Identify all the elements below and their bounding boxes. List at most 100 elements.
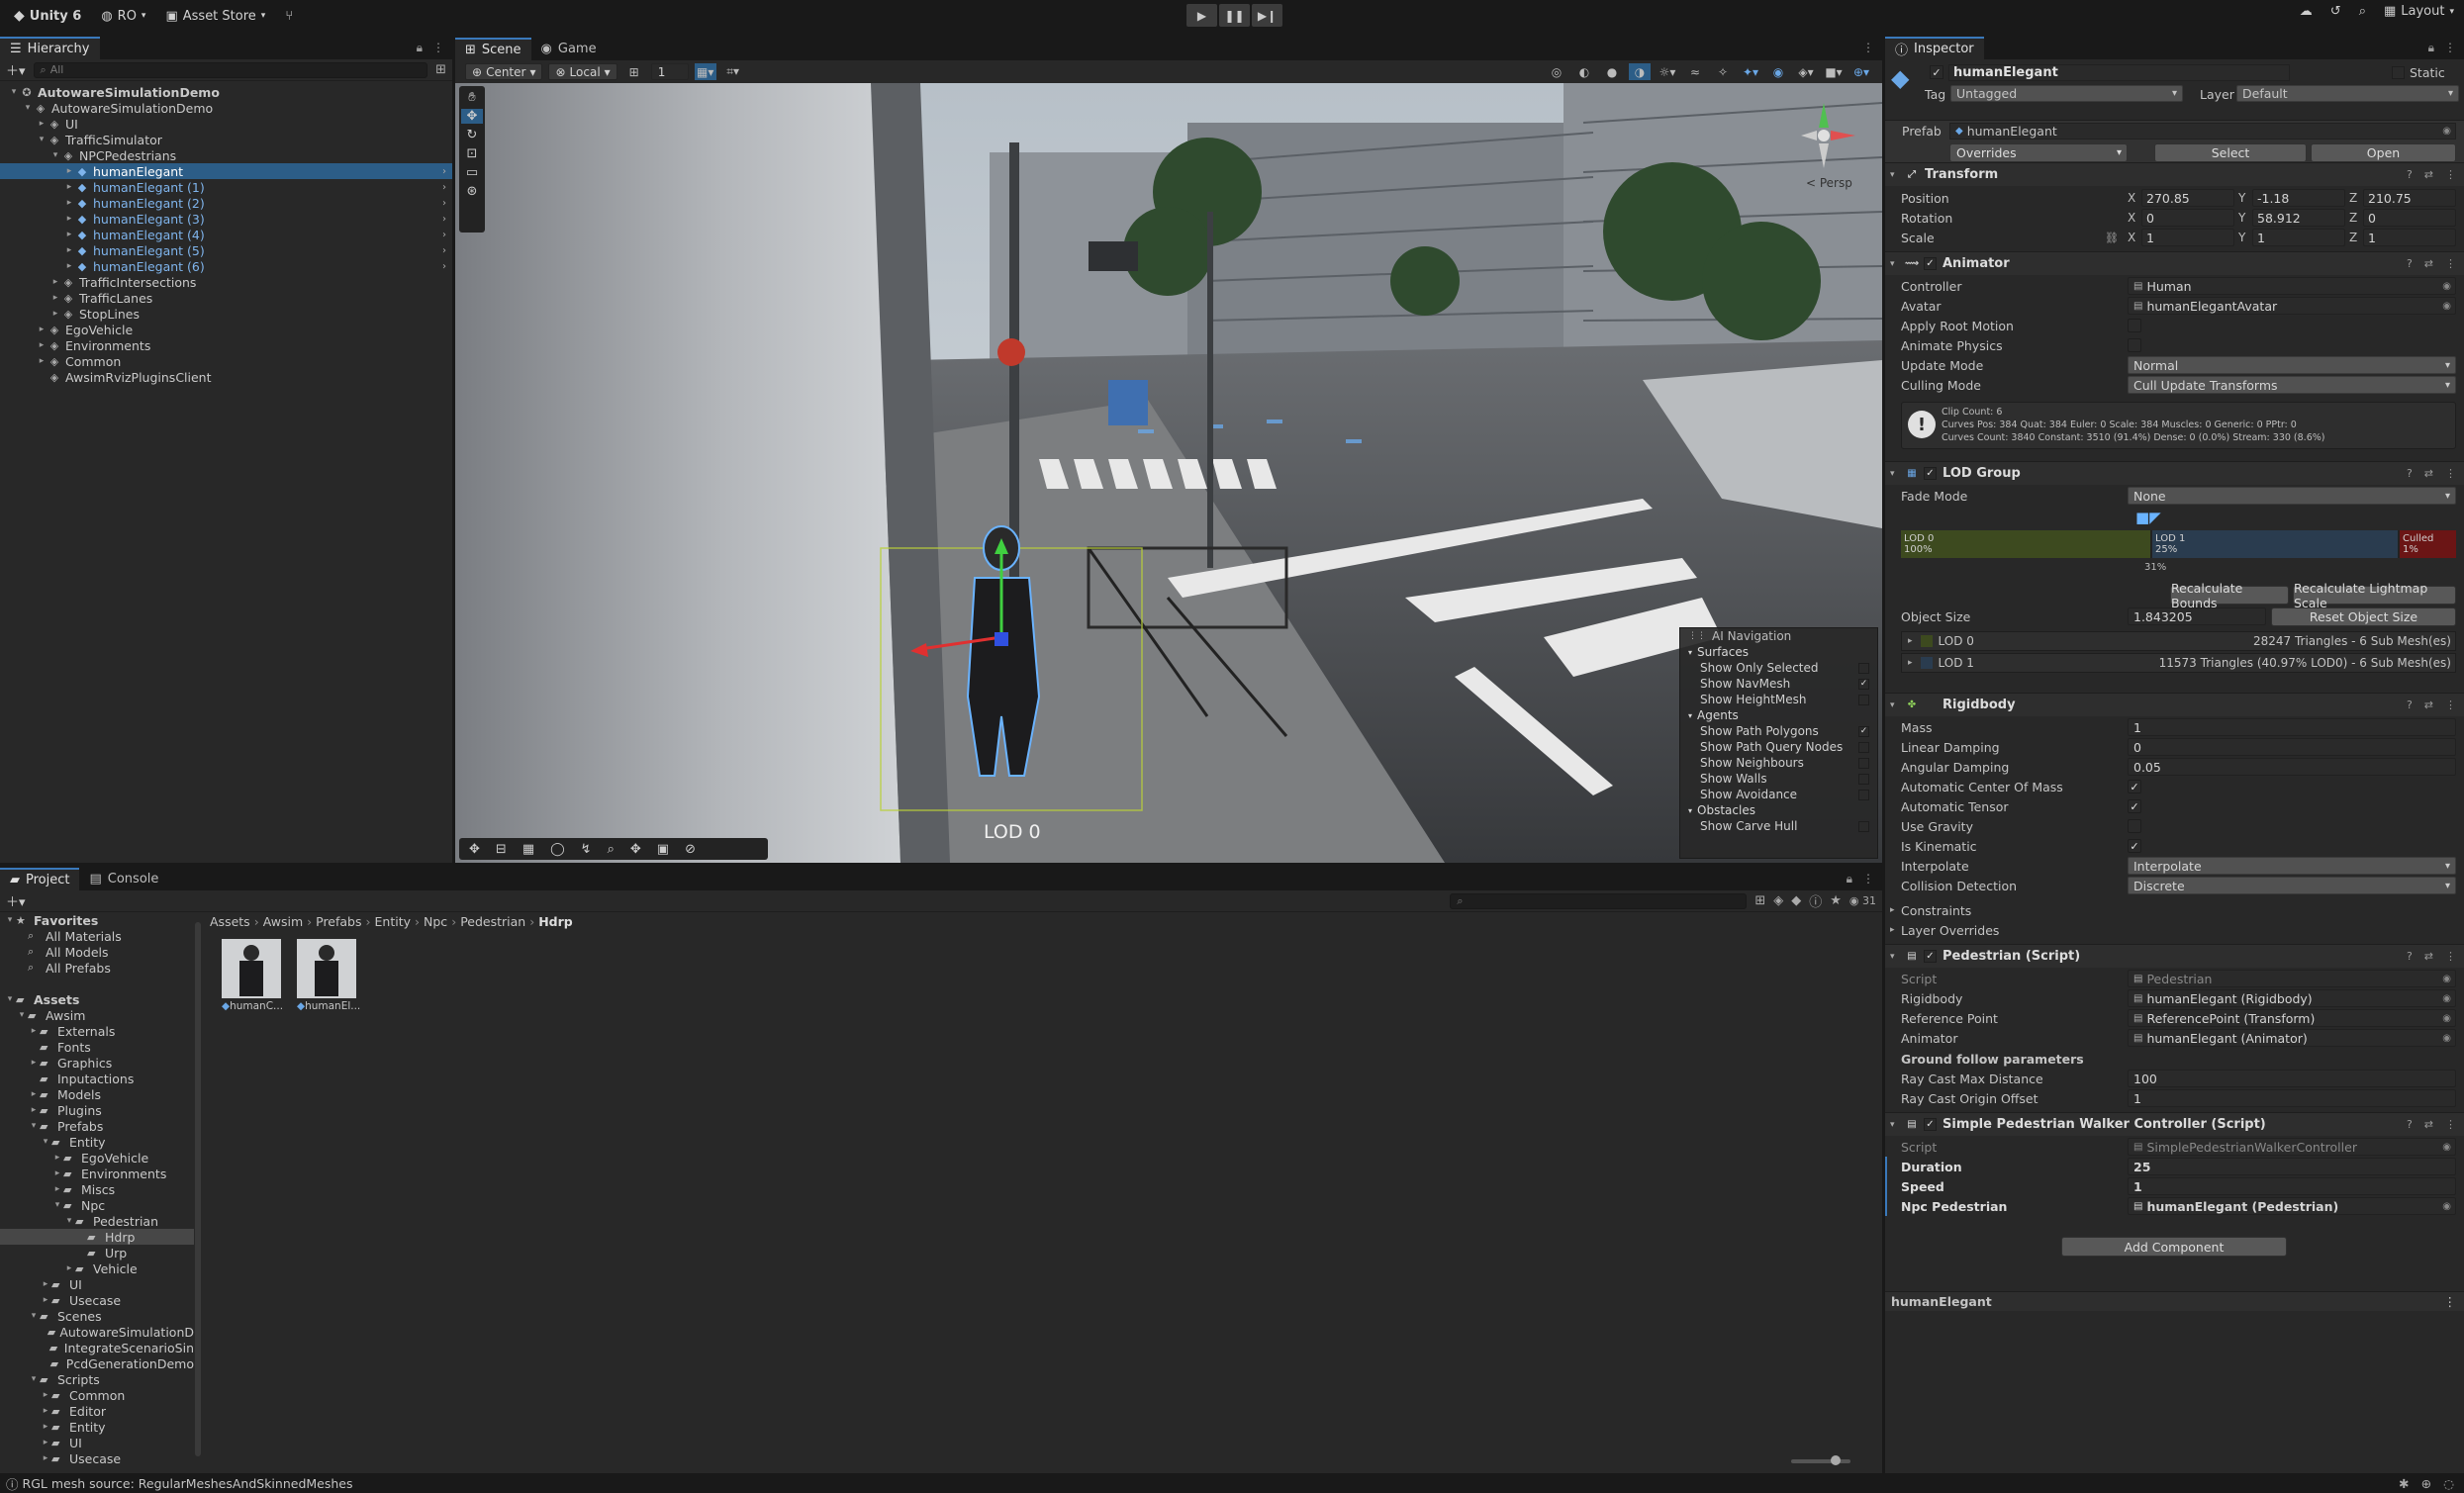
chevron-right-icon[interactable]: › [442,261,446,272]
lod1-row[interactable]: ▸ LOD 1 11573 Triangles (40.97% LOD0) - 6 … [1901,653,2456,673]
project-tree-row[interactable]: ▸ ▰ Graphics [0,1055,194,1071]
lod-camera-marker[interactable]: ■◤ [2135,509,2161,526]
star-icon[interactable]: ★ [1830,893,1842,908]
fold-arrow-icon[interactable]: ▸ [28,1105,40,1115]
scale-tool-icon[interactable]: ⊡ [467,146,478,161]
open-button[interactable]: Open [2311,143,2456,162]
ray-offset-field[interactable]: 1 [2128,1089,2456,1107]
more-icon[interactable]: ⋮ [2445,950,2456,963]
transform-tool-icon[interactable]: ⊛ [467,184,478,199]
project-tree-row[interactable]: ▸ ▰ UI [0,1276,194,1292]
rotation-z[interactable]: 0 [2363,209,2456,227]
persp-label[interactable]: < Persp [1806,176,1852,190]
project-tree-row[interactable]: ▸ ▰ Models [0,1086,194,1102]
preset-icon[interactable]: ⇄ [2424,257,2433,270]
fold-arrow-icon[interactable]: ▾ [63,1216,75,1226]
layout-dropdown[interactable]: ▦ Layout ▾ [2384,4,2454,19]
npc-pedestrian-field[interactable]: ▤ humanElegant (Pedestrian) [2128,1197,2456,1215]
gizmo-icon[interactable]: ◎ [1546,63,1567,80]
select-button[interactable]: Select [2154,143,2307,162]
preset-icon[interactable]: ⇄ [2424,168,2433,181]
ai-nav-option[interactable]: Show Avoidance [1680,787,1877,802]
fold-arrow-icon[interactable]: ▸ [63,1263,75,1273]
camera-settings-icon[interactable]: ■▾ [1823,63,1845,80]
walker-enabled-checkbox[interactable]: ✓ [1924,1118,1937,1131]
scene-viewport[interactable]: < Persp LOD 0 ✋︎ ✥ ↻ ⊡ ▭ ⊛ ✥ ⊟ ▦ ◯ ↯ ⌕ ✥ ▣ ⊘ [455,83,1882,863]
fx-icon[interactable]: ✧ [1712,63,1734,80]
fold-arrow-icon[interactable]: ▸ [63,198,75,208]
project-tree-row[interactable]: ▰ IntegrateScenarioSin [0,1340,194,1355]
audio-icon[interactable]: ≈ [1684,63,1706,80]
project-tree-row[interactable]: ▰ Fonts [0,1039,194,1055]
row-dropdown[interactable]: Normal [2128,356,2456,374]
ai-nav-checkbox[interactable] [1858,789,1869,800]
fold-arrow-icon[interactable]: ▾ [4,915,16,925]
chevron-right-icon[interactable]: › [442,182,446,193]
more-icon[interactable]: ⋮ [2445,467,2456,480]
lod-enabled-checkbox[interactable]: ✓ [1924,467,1937,480]
fold-arrow-icon[interactable]: ▸ [63,182,75,192]
recalculate-lightmap-button[interactable]: Recalculate Lightmap Scale [2293,581,2456,610]
fold-arrow-icon[interactable]: ▸ [63,245,75,255]
project-tree-row[interactable]: ▾ ▰ Pedestrian [0,1213,194,1229]
link-icon[interactable]: ⛓ [2105,232,2119,244]
more-icon[interactable]: ⋮ [1862,41,1874,54]
query-tool-icon[interactable]: ⌕ [608,842,615,857]
fold-arrow-icon[interactable]: ▸ [36,340,47,350]
project-tree-row[interactable]: ▾ ▰ Scenes [0,1308,194,1324]
project-tree-row[interactable]: ▾ ▰ Awsim [0,1007,194,1023]
fold-arrow-icon[interactable]: ▸ [51,1153,63,1163]
tab-game[interactable]: ◉ Game [531,38,607,60]
scale-z[interactable]: 1 [2363,229,2456,246]
fold-arrow-icon[interactable]: ▸ [40,1279,51,1289]
bake-tool-icon[interactable]: ▦ [522,842,534,857]
project-tree-row[interactable]: ▾ ▰ Entity [0,1134,194,1150]
help-icon[interactable]: ? [2407,257,2413,270]
prefab-field[interactable]: ◆ humanElegant ◉ [1949,123,2456,140]
breadcrumb-item[interactable]: Awsim [263,914,303,929]
scale-y[interactable]: 1 [2252,229,2345,246]
search-options-icon[interactable]: ⊞ [435,62,446,77]
project-tree-row[interactable]: ⌕ All Models [0,944,194,960]
more-icon[interactable]: ⋮ [2445,699,2456,711]
fold-arrow-icon[interactable]: ▸ [49,277,61,287]
hierarchy-row[interactable]: ▸ ◆ humanElegant › [0,163,452,179]
ray-distance-field[interactable]: 100 [2128,1070,2456,1087]
snap-tool-icon[interactable]: ✥ [469,842,480,857]
step-button[interactable]: ▶❙ [1252,4,1282,27]
more-icon[interactable]: ⋮ [2444,41,2456,55]
project-tree-row[interactable]: ▸ ▰ Usecase [0,1450,194,1466]
row-dropdown[interactable]: Cull Update Transforms [2128,376,2456,394]
grid-snap-icon[interactable]: ⊞ [623,63,645,80]
object-size-field[interactable]: 1.843205 [2128,607,2266,625]
hierarchy-row[interactable]: ▸ ◈ EgoVehicle [0,322,452,337]
hierarchy-row[interactable]: ▸ ◈ Common [0,353,452,369]
hierarchy-row[interactable]: ▸ ◈ TrafficIntersections [0,274,452,290]
hierarchy-row[interactable]: ▾ ◈ NPCPedestrians [0,147,452,163]
add-icon[interactable]: ＋▾ [6,891,26,910]
fold-arrow-icon[interactable]: ▸ [40,1438,51,1447]
breadcrumb-item[interactable]: Assets [210,914,250,929]
row-field[interactable]: 1 [2128,718,2456,736]
progress-icon[interactable]: ◌ [2443,1476,2454,1491]
chevron-right-icon[interactable]: › [442,230,446,240]
preset-icon[interactable]: ⇄ [2424,950,2433,963]
preset-icon[interactable]: ⇄ [2424,1118,2433,1131]
transform-header[interactable]: ▾ ⤢ Transform ? ⇄ ⋮ [1885,162,2464,186]
rotation-x[interactable]: 0 [2141,209,2234,227]
search-icon[interactable]: ⌕ [2359,4,2366,19]
fold-arrow-icon[interactable]: ▸ [63,261,75,271]
overrides-dropdown[interactable]: Overrides ▾ [1949,143,2128,162]
layers-icon[interactable]: ◈▾ [1795,63,1817,80]
row-checkbox[interactable] [2128,319,2141,332]
preset-icon[interactable]: ⇄ [2424,467,2433,480]
pedestrian-enabled-checkbox[interactable]: ✓ [1924,950,1937,963]
project-tree-row[interactable]: ▰ AutowareSimulationD [0,1324,194,1340]
lod0-row[interactable]: ▸ LOD 0 28247 Triangles - 6 Sub Mesh(es) [1901,631,2456,651]
help-icon[interactable]: ? [2407,467,2413,480]
ai-nav-checkbox[interactable] [1858,741,1869,753]
row-checkbox[interactable]: ✓ [2128,799,2141,813]
position-z[interactable]: 210.75 [2363,189,2456,207]
hierarchy-row[interactable]: ▸ ◆ humanElegant (1) › [0,179,452,195]
project-tree-row[interactable]: ▸ ▰ EgoVehicle [0,1150,194,1166]
